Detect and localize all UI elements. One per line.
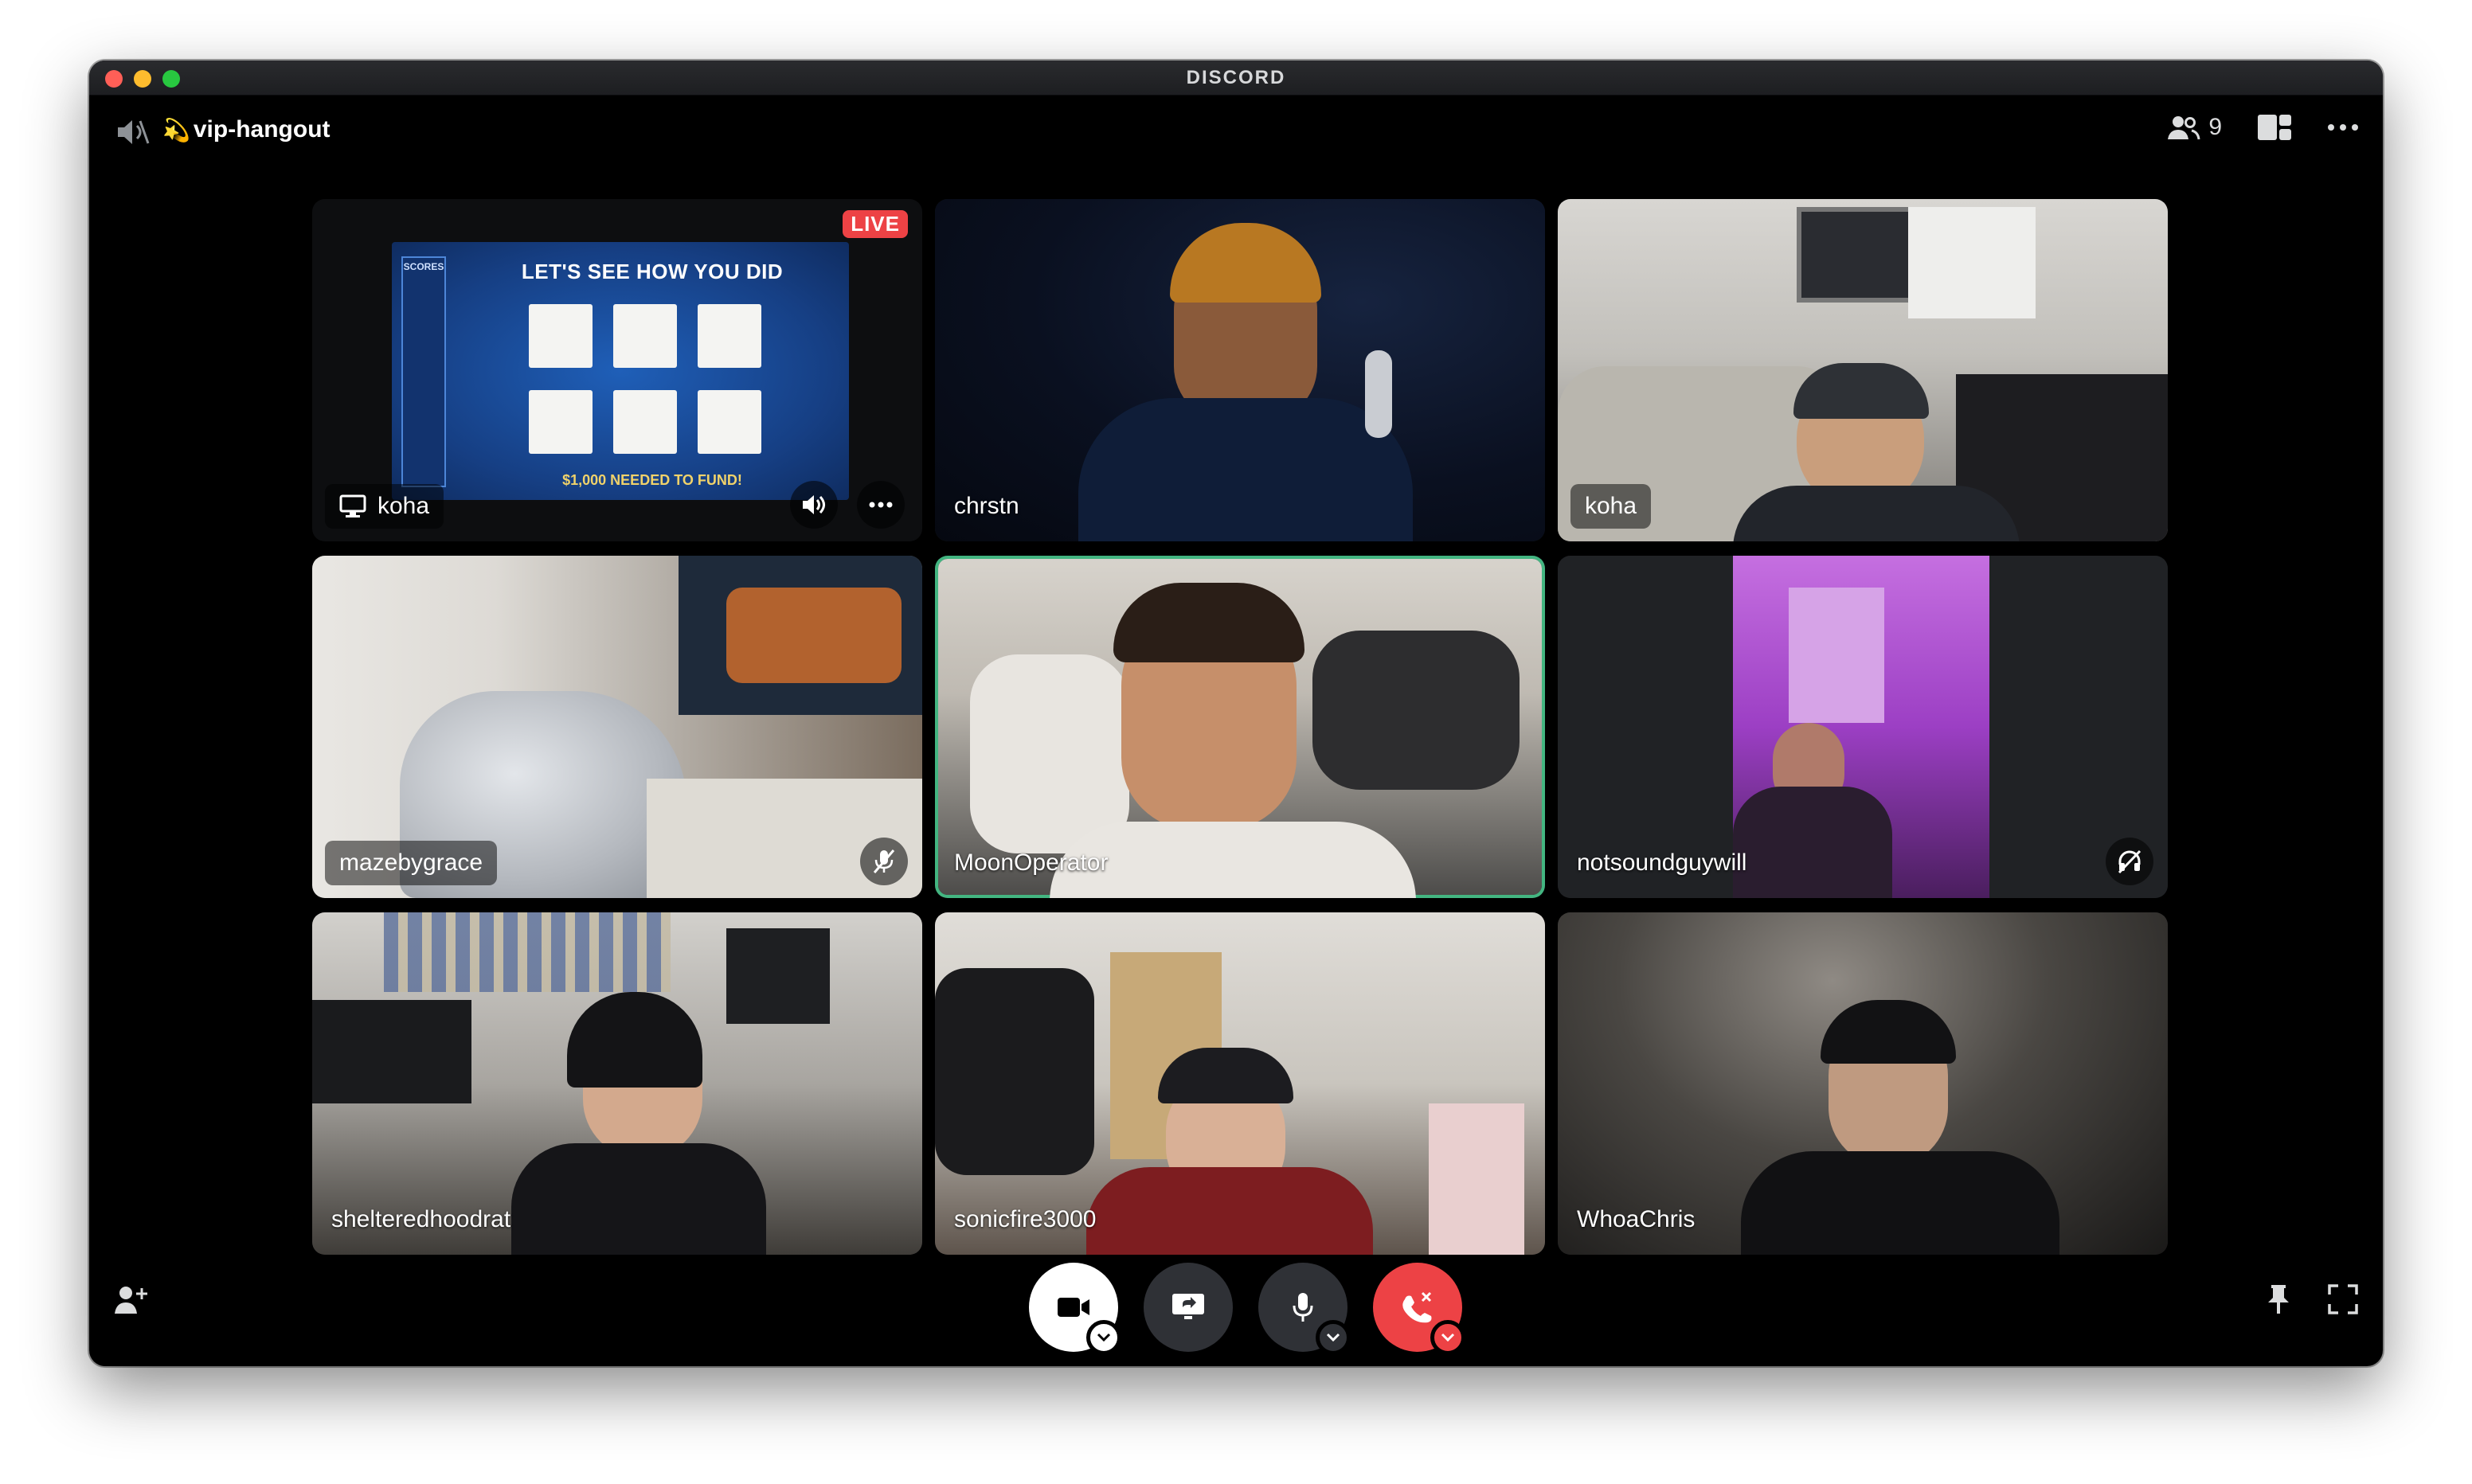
participant-tile[interactable]: notsoundguywill [1558,556,2168,898]
member-count: 9 [2208,114,2222,140]
monitor-icon [339,494,366,517]
participant-name-tag: chrstn [954,484,1019,529]
microphone-options-button[interactable] [1316,1320,1351,1355]
fullscreen-button[interactable] [2327,1283,2359,1319]
stream-tile[interactable]: SCORES LET'S SEE HOW YOU DID $1,000 NEED… [312,199,922,541]
participant-name: shelteredhoodrat [331,1206,511,1232]
more-options-button[interactable] [2327,123,2359,131]
drawing-card [529,390,593,454]
members-button[interactable]: 9 [2165,114,2222,141]
hangup-icon [1402,1291,1432,1323]
game-footer: $1,000 NEEDED TO FUND! [562,472,742,488]
deafen-icon [2118,849,2141,874]
disconnect-button[interactable] [1373,1263,1465,1355]
screen-share-icon [1172,1294,1204,1319]
participant-tile[interactable]: WhoaChris [1558,912,2168,1255]
more-icon [869,502,893,508]
stream-more-button[interactable] [857,481,905,529]
stream-volume-button[interactable] [790,481,838,529]
chevron-down-icon [1097,1333,1111,1342]
participant-tile[interactable]: koha [1558,199,2168,541]
deafened-indicator [2106,838,2153,885]
video-feed [935,199,1545,541]
chevron-down-icon [1326,1333,1340,1342]
participant-name-tag: WhoaChris [1577,1197,1695,1242]
app-brand: DISCORD [1186,67,1286,88]
participant-name: koha [1585,493,1637,519]
volume-icon [803,495,825,514]
view-actions [2265,1283,2359,1319]
chevron-down-icon [1441,1333,1455,1342]
camera-options-button[interactable] [1086,1320,1121,1355]
channel-name: vip-hangout [193,116,331,143]
channel-emoji: 💫 [162,117,190,143]
participant-name: sonicfire3000 [954,1206,1097,1232]
scoreboard-label: SCORES [403,261,444,272]
participant-name: mazebygrace [339,849,483,876]
participant-name-tag: mazebygrace [325,841,498,885]
participant-tile[interactable]: mazebygrace [312,556,922,898]
add-friend-icon [115,1287,147,1314]
participant-name: koha [377,493,430,519]
drawing-card [529,304,593,368]
channel-title: 💫 vip-hangout [162,116,331,143]
screen-share-button[interactable] [1144,1263,1233,1352]
mute-icon [873,849,895,873]
speaker-off-icon[interactable] [115,116,151,148]
layout-icon [2258,115,2291,140]
live-badge: LIVE [843,210,908,238]
disconnect-options-button[interactable] [1430,1320,1465,1355]
more-icon [2328,124,2358,131]
pop-out-button[interactable] [2265,1283,2292,1319]
participant-name-tag: sonicfire3000 [954,1197,1096,1242]
layout-button[interactable] [2257,113,2292,142]
microphone-icon [1293,1293,1313,1322]
microphone-button[interactable] [1258,1263,1351,1355]
camera-icon [1058,1298,1089,1317]
pin-icon [2268,1285,2289,1314]
muted-indicator [860,838,908,885]
participant-tile[interactable]: chrstn [935,199,1545,541]
participant-tile[interactable]: sonicfire3000 [935,912,1545,1255]
participant-tile-speaking[interactable]: MoonOperator [935,556,1545,898]
participant-name-tag: notsoundguywill [1577,841,1746,885]
channel-header: 💫 vip-hangout 9 [89,96,2383,167]
participant-name-tag: shelteredhoodrat [331,1197,510,1242]
discord-window: DISCORD 💫 vip-hangout 9 SCORES LET'S SEE… [89,61,2383,1366]
fullscreen-icon [2328,1284,2358,1314]
participant-name: MoonOperator [954,849,1109,876]
invite-button[interactable] [113,1283,150,1319]
participant-name-tag: MoonOperator [954,841,1108,885]
drawing-card [698,390,761,454]
drawing-card [613,304,677,368]
members-icon [2168,116,2200,140]
participant-name: notsoundguywill [1577,849,1747,876]
participant-name: WhoaChris [1577,1206,1696,1232]
stream-preview: SCORES LET'S SEE HOW YOU DID $1,000 NEED… [392,242,849,500]
game-scoreboard: SCORES [401,256,446,487]
participant-name-tag: koha [1570,484,1652,529]
participant-name: chrstn [954,493,1019,519]
title-bar: DISCORD [89,61,2383,96]
header-actions: 9 [2165,113,2359,142]
game-title: LET'S SEE HOW YOU DID [521,260,784,283]
participant-tile[interactable]: shelteredhoodrat [312,912,922,1255]
drawing-card [613,390,677,454]
drawing-card [698,304,761,368]
call-controls [89,1263,2383,1355]
stream-name-tag: koha [325,484,444,529]
camera-button[interactable] [1029,1263,1121,1355]
